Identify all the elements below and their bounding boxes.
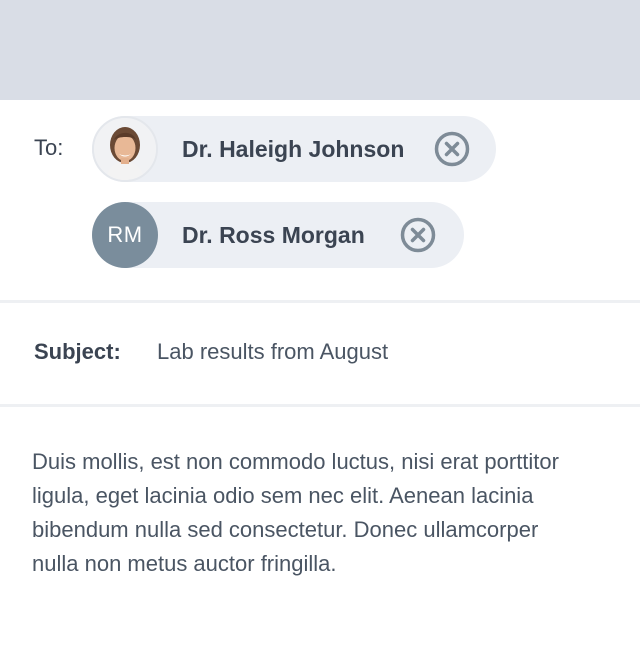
compose-form: To: Dr. Haleigh Johnson RM Dr. Ross Morg… [0,100,640,656]
remove-recipient-button[interactable] [400,217,436,253]
close-circle-icon [400,217,436,253]
avatar [92,116,158,182]
recipient-chip[interactable]: Dr. Haleigh Johnson [92,116,496,182]
recipient-name: Dr. Ross Morgan [182,222,365,248]
close-circle-icon [434,131,470,167]
recipient-name: Dr. Haleigh Johnson [182,136,405,162]
avatar: RM [92,202,158,268]
recipient-chip[interactable]: RM Dr. Ross Morgan [92,202,464,268]
remove-recipient-button[interactable] [434,131,470,167]
divider [0,404,640,407]
top-bar [0,0,640,100]
avatar-initials: RM [107,222,143,247]
avatar-photo-icon [94,118,156,180]
subject-input[interactable]: Lab results from August [157,339,388,365]
to-label: To: [34,135,64,160]
subject-label: Subject: [34,339,121,364]
subject-field[interactable]: Subject: Lab results from August [0,303,640,404]
to-field: To: Dr. Haleigh Johnson RM Dr. Ross Morg… [0,100,640,300]
message-body[interactable]: Duis mollis, est non commodo luctus, nis… [32,445,572,581]
